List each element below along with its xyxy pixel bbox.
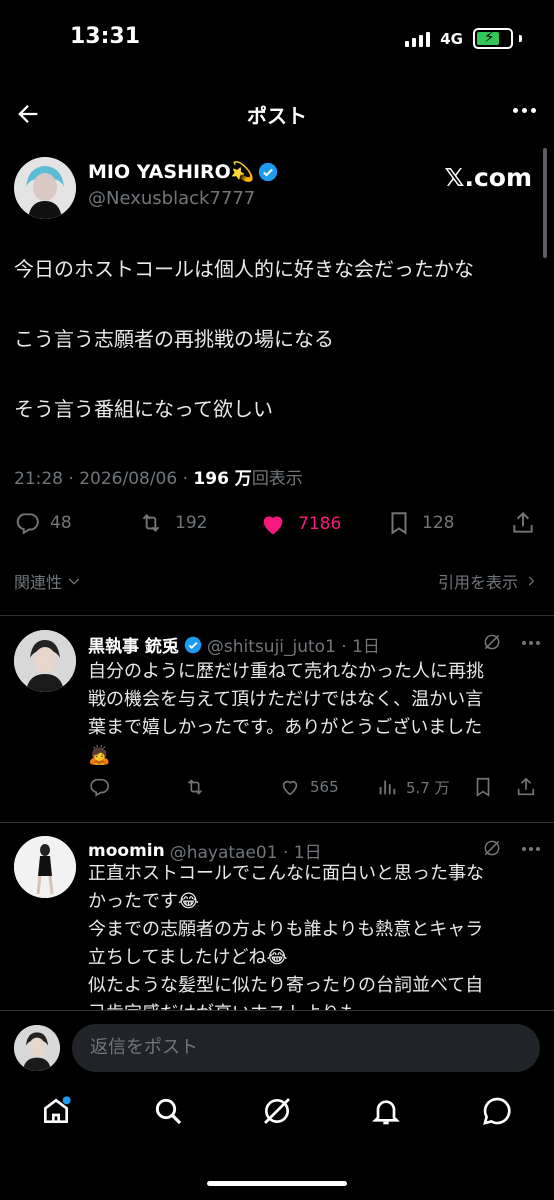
page-title: ポスト [247,104,307,128]
grok-icon[interactable] [482,838,502,858]
source-label: 𝕏.com [444,163,532,192]
divider [0,615,554,616]
reply-body: 正直ホストコールでこんなに面白いと思った事な かったです😂 今までの志願者の方よ… [88,860,532,1010]
status-indicators: 4G ⚡ [405,28,522,49]
signal-icon [405,31,431,47]
reply-line: 似たような髪型に似たり寄ったりの台詞並べて自 [88,975,484,996]
home-icon [44,1096,71,1123]
home-indicator [207,1181,347,1186]
more-options-icon[interactable] [513,108,536,113]
author-avatar[interactable] [14,157,76,219]
nav-search[interactable] [152,1095,184,1127]
verified-badge-icon [184,636,202,653]
tweet-line-2: こう言う志願者の再挑戦の場になる [14,327,334,351]
reply-line: 今までの志願者の方よりも誰よりも熱意とキャラ [88,919,484,940]
reply-share-button[interactable] [515,776,537,798]
share-button[interactable] [510,510,536,536]
reply-icon [90,778,109,797]
heart-icon [282,780,298,796]
reply-author-name[interactable]: 黒執事 銃兎 [88,632,179,657]
share-icon [513,511,533,533]
bookmark-icon [391,512,407,535]
chevron-down-icon [68,578,80,585]
bell-icon [372,1100,400,1125]
author-handle[interactable]: @Nexusblack7777 [88,188,255,209]
reply-body: 自分のように歴だけ重ねて売れなかった人に再挑 戦の機会を与えて頂けただけではなく… [88,658,532,770]
tweet-timestamp: 21:28 · 2026/08/06 · [14,469,194,489]
reply-bookmark-button[interactable] [472,776,494,798]
reply-line: かったです😂 [88,891,200,912]
reply-like-button[interactable]: 565 [278,776,339,798]
tweet-line-3: そう言う番組になって欲しい [14,397,273,421]
reply-more-icon[interactable] [522,640,540,646]
like-count: 7186 [298,514,342,534]
tweet-line-1: 今日のホストコールは個人的に好きな会だったかな [14,257,474,281]
reply-line: 立ちしてましたけどね😂 [88,947,288,968]
reply-author-name[interactable]: moomin [88,841,165,861]
network-label: 4G [440,29,463,48]
view-quotes-link[interactable]: 引用を表示 [438,569,538,593]
grok-icon [264,1098,290,1124]
heart-filled-icon [263,516,283,535]
reply-line: 🙇 [88,745,111,766]
reply-view-count: 5.7 万 [406,778,450,797]
view-count: 196 万 [193,469,252,489]
reply-line: 正直ホストコールでこんなに面白いと思った事な [88,863,484,884]
share-icon [517,777,535,796]
nav-grok[interactable] [261,1095,293,1127]
repost-button[interactable]: 192 [137,510,207,536]
repost-icon [142,514,160,532]
repost-icon [187,779,203,795]
bookmark-button[interactable]: 128 [386,510,454,536]
reply-more-icon[interactable] [522,846,540,852]
nav-notifications[interactable] [370,1095,402,1127]
chat-icon [483,1097,511,1125]
reply-input[interactable]: 返信をポスト [72,1024,540,1072]
divider [0,822,554,823]
bookmark-icon [476,777,490,797]
reply-like-count: 565 [310,778,339,796]
reply-avatar[interactable] [14,836,76,898]
tweet-meta: 21:28 · 2026/08/06 · 196 万回表示 [14,464,303,489]
reply-icon [16,513,39,535]
search-icon [155,1098,182,1125]
reply-line: 葉まで嬉しかったです。ありがとうございました [88,717,483,738]
like-button[interactable]: 7186 [258,510,341,538]
reply-line: 己肯定感だけが高いホストよりも [88,1000,532,1010]
reply-header: 黒執事 銃兎 @shitsuji_juto1 · 1日 [88,632,380,657]
bookmark-count: 128 [422,513,455,533]
divider [0,1010,554,1011]
reply-count: 48 [50,513,72,533]
reply-avatar[interactable] [14,630,76,692]
chevron-right-icon [528,576,535,586]
status-time: 13:31 [70,24,141,49]
reply-repost-button[interactable] [183,776,207,798]
grok-icon[interactable] [482,632,502,652]
composer-avatar [14,1025,60,1071]
nav-messages[interactable] [481,1095,513,1127]
verified-badge-icon [259,162,278,181]
reply-handle[interactable]: @shitsuji_juto1 · 1日 [207,632,380,657]
reply-line: 戦の機会を与えて頂けただけではなく、温かい言 [88,689,484,710]
reply-reply-button[interactable] [88,776,110,798]
reply-views-button[interactable]: 5.7 万 [376,776,450,798]
repost-count: 192 [175,513,208,533]
analytics-icon [379,780,396,795]
battery-icon: ⚡ [473,28,513,49]
sort-relevance-dropdown[interactable]: 関連性 [14,569,82,593]
nav-home[interactable] [40,1095,72,1127]
reply-line: 自分のように歴だけ重ねて売れなかった人に再挑 [88,661,484,682]
reply-button[interactable]: 48 [14,510,72,536]
view-label: 回表示 [251,469,303,489]
scrollbar[interactable] [543,148,547,258]
author-name[interactable]: MIO YASHIRO💫 [88,160,278,183]
